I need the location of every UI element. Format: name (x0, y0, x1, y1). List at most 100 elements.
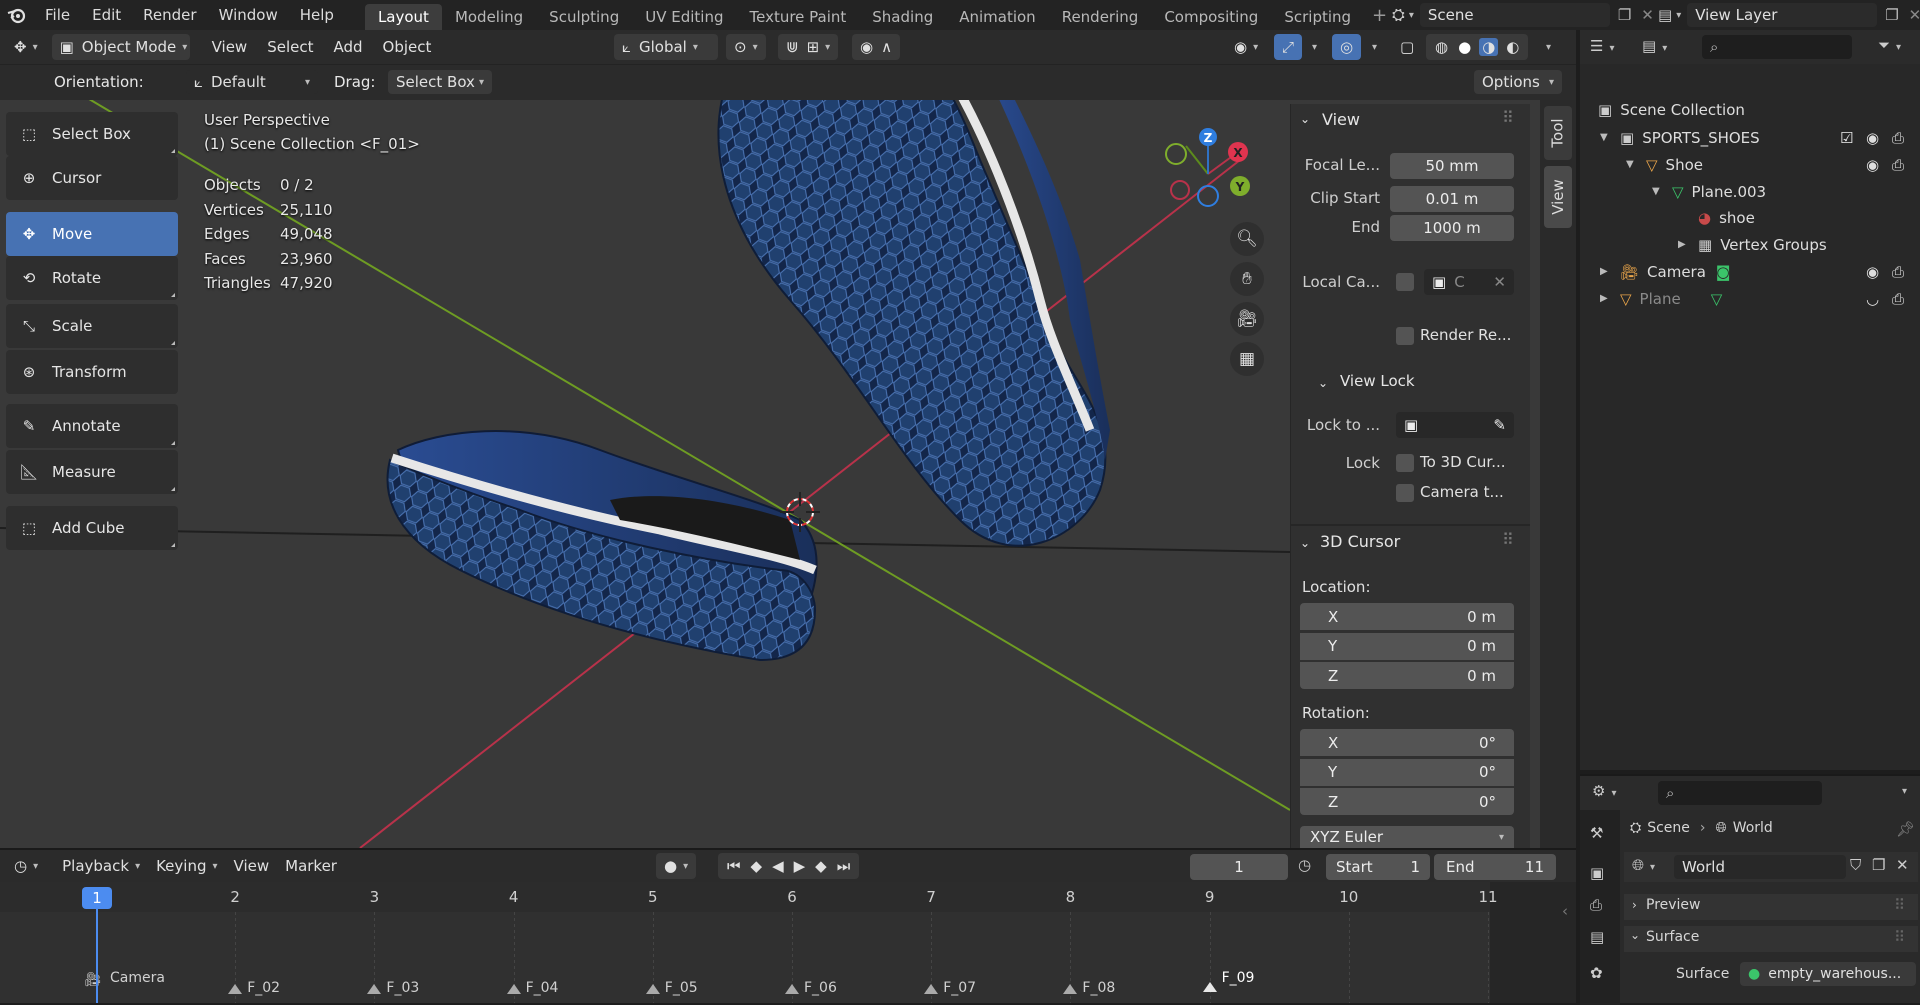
scene-selector[interactable]: ⛭ ▾ Scene ❐ ✕ (1392, 3, 1654, 27)
properties-options-icon[interactable]: ▾ (1902, 786, 1907, 797)
playback-menu[interactable]: Playback ▾ (54, 853, 148, 879)
marker-label[interactable]: F_06 (804, 980, 837, 996)
timeline-marker-menu[interactable]: Marker (277, 853, 345, 879)
lock-to-3d-cursor-checkbox[interactable] (1396, 454, 1414, 472)
tab-texture-paint[interactable]: Texture Paint (736, 4, 859, 30)
tool-add-cube[interactable]: ⬚ Add Cube (6, 506, 178, 550)
perspective-grid-icon[interactable]: ▦ (1230, 342, 1264, 376)
tool-measure[interactable]: 📐︎ Measure (6, 450, 178, 494)
marker-icon[interactable] (645, 984, 660, 994)
rotation-z-field[interactable]: Z 0° (1300, 788, 1514, 815)
navigation-gizmo[interactable]: X Z Y (1156, 124, 1266, 214)
cursor-section-drag-icon[interactable]: ⠿ (1502, 530, 1514, 549)
render-camera-icon[interactable]: ⎙ (1892, 156, 1904, 174)
rotation-y-field[interactable]: Y 0° (1300, 758, 1514, 786)
marker-icon[interactable] (924, 984, 939, 994)
view-layer-name-field[interactable]: View Layer (1687, 3, 1878, 27)
exclude-checkbox[interactable]: ☑ (1840, 129, 1853, 147)
marker-icon[interactable] (1202, 982, 1217, 992)
start-frame-field[interactable]: Start 1 (1326, 854, 1430, 880)
expand-right-icon[interactable]: ▶ (1600, 266, 1614, 277)
zoom-icon[interactable]: 🔍︎ (1230, 222, 1264, 256)
marker-label[interactable]: F_02 (247, 980, 280, 996)
outliner-item-shoe[interactable]: ◕ shoe (1580, 204, 1920, 231)
play-icon[interactable]: ▶ (794, 857, 806, 875)
mesh-data-icon[interactable]: ▽ (1711, 290, 1723, 308)
view-section-drag-icon[interactable]: ⠿ (1502, 108, 1514, 127)
scene-name-field[interactable]: Scene (1419, 3, 1610, 27)
tool-cursor[interactable]: ⊕ Cursor (6, 156, 178, 200)
camera-view-icon[interactable]: 🎥︎ (1230, 302, 1264, 336)
camera-marker-icon[interactable]: 🎥︎ (84, 972, 102, 988)
current-frame-field[interactable]: 1 (1190, 854, 1288, 880)
world-name-field[interactable]: World (1674, 855, 1846, 879)
prev-keyframe-icon[interactable]: ◆ (751, 857, 763, 875)
rotation-x-field[interactable]: X 0° (1300, 729, 1514, 756)
tab-tool[interactable]: Tool (1544, 106, 1572, 160)
menu-window[interactable]: Window (208, 0, 289, 30)
outliner-item-vertex-groups[interactable]: ▶ ▦ Vertex Groups (1580, 231, 1920, 258)
expand-down-icon[interactable]: ▼ (1600, 132, 1614, 143)
tool-transform[interactable]: ⊛ Transform (6, 350, 178, 394)
view-layer-tab-icon[interactable]: ▤ (1590, 928, 1604, 946)
menu-view[interactable]: View (204, 34, 256, 60)
outliner-item-shoe[interactable]: ▼ ▽ Shoe ◉ ⎙ (1580, 151, 1920, 178)
clip-end-field[interactable]: 1000 m (1390, 215, 1514, 241)
proportional-edit-button[interactable]: ◉ ∧ (852, 34, 901, 60)
outliner-item-plane-003[interactable]: ▼ ▽ Plane.003 (1580, 178, 1920, 205)
playhead-frame-indicator[interactable]: 1 (82, 887, 112, 909)
clip-start-field[interactable]: 0.01 m (1390, 186, 1514, 212)
marker-label[interactable]: F_04 (526, 980, 559, 996)
world-datablock-icon[interactable]: 🌐︎ ▾ (1632, 856, 1655, 874)
camera-data-icon[interactable]: ◙ (1716, 263, 1731, 281)
outliner-editor-icon[interactable]: ☰ ▾ (1590, 37, 1614, 55)
drag-setting-dropdown[interactable]: Select Box ▾ (388, 70, 492, 94)
mode-selector[interactable]: ▣ Object Mode ▾ (51, 34, 190, 60)
duplicate-world-icon[interactable]: ❐ (1872, 856, 1885, 874)
menu-help[interactable]: Help (289, 0, 345, 30)
tab-view[interactable]: View (1544, 166, 1572, 228)
orientation-setting-dropdown[interactable]: ⟀ Default ▾ (186, 70, 318, 94)
eye-icon[interactable]: ◉ (1866, 129, 1879, 147)
gizmo-dropdown-icon[interactable]: ▾ (1312, 42, 1317, 53)
tab-compositing[interactable]: Compositing (1151, 4, 1271, 30)
solid-shading-icon[interactable]: ● (1458, 38, 1471, 56)
tool-move[interactable]: ✥ Move (6, 212, 178, 256)
new-scene-icon[interactable]: ❐ (1618, 6, 1631, 24)
marker-icon[interactable] (785, 984, 799, 994)
menu-edit[interactable]: Edit (81, 0, 132, 30)
marker-icon[interactable] (1063, 984, 1078, 994)
tool-tab-icon[interactable]: ⚒ (1590, 824, 1603, 842)
properties-editor-icon[interactable]: ⚙ ▾ (1592, 782, 1616, 800)
outliner-scene-collection[interactable]: ▣ Scene Collection (1580, 96, 1920, 123)
render-camera-icon[interactable]: ⎙ (1892, 129, 1904, 147)
expand-down-icon[interactable]: ▼ (1626, 159, 1640, 170)
auto-keying-button[interactable]: ● ▾ (656, 853, 697, 879)
output-tab-icon[interactable]: ⎙ (1590, 896, 1602, 914)
lock-camera-to-view-checkbox[interactable] (1396, 484, 1414, 502)
material-shading-icon[interactable]: ◑ (1479, 38, 1499, 56)
display-mode-icon[interactable]: ▤ ▾ (1642, 37, 1667, 55)
clear-camera-icon[interactable]: ✕ (1493, 273, 1506, 291)
outliner-item-camera[interactable]: ▶ 🎥︎ Camera ◙ ◉ ⎙ (1580, 258, 1920, 285)
new-view-layer-icon[interactable]: ❐ (1885, 6, 1898, 24)
marker-label[interactable]: F_09 (1222, 970, 1255, 986)
marker-icon[interactable] (228, 984, 243, 994)
tool-annotate[interactable]: ✎ Annotate (6, 404, 178, 448)
tool-rotate[interactable]: ⟲ Rotate (6, 256, 178, 300)
tab-animation[interactable]: Animation (946, 4, 1048, 30)
blender-logo-icon[interactable] (0, 6, 34, 24)
pan-hand-icon[interactable]: ✋︎ (1230, 262, 1264, 296)
location-y-field[interactable]: Y 0 m (1300, 632, 1514, 660)
timeline-view-menu[interactable]: View (226, 853, 278, 879)
outliner-item-sports-shoes[interactable]: ▼ ▣ SPORTS_SHOES ◉ ⎙ ☑ (1580, 124, 1920, 151)
marker-label[interactable]: F_05 (665, 980, 698, 996)
shading-dropdown-icon[interactable]: ▾ (1546, 42, 1551, 53)
properties-search-input[interactable]: ⌕ (1658, 781, 1822, 805)
timeline-collapse-icon[interactable]: ‹ (1562, 902, 1568, 920)
playhead-line[interactable] (96, 902, 98, 1003)
unlink-world-icon[interactable]: ✕ (1896, 856, 1909, 874)
transform-orientation-selector[interactable]: ⟀ Global ▾ (614, 34, 718, 60)
render-camera-icon[interactable]: ⎙ (1892, 263, 1904, 281)
eyedropper-icon[interactable]: ✎ (1493, 416, 1506, 434)
